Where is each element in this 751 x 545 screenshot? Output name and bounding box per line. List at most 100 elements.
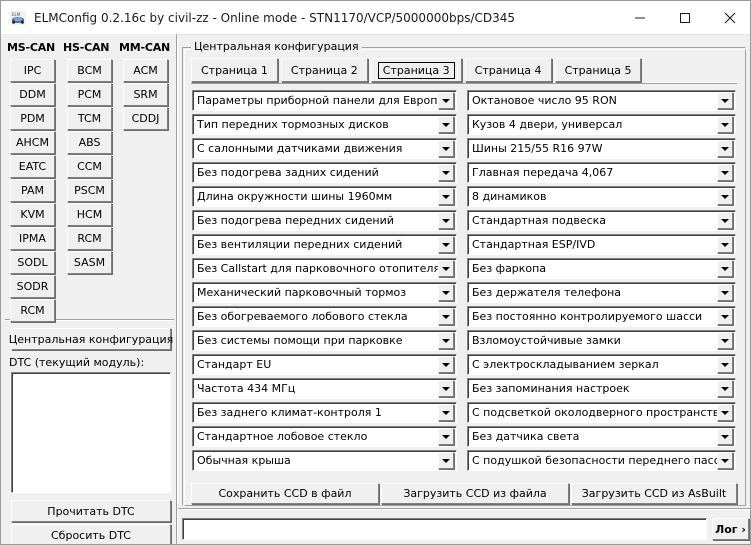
chevron-down-icon[interactable] (438, 92, 454, 109)
module-button-srm[interactable]: SRM (123, 83, 168, 106)
tab-page-2[interactable]: Страница 2 (280, 58, 368, 82)
load-ccd-from-file-button[interactable]: Загрузить CCD из файла (381, 483, 569, 504)
chevron-down-icon[interactable] (717, 428, 733, 445)
chevron-down-icon[interactable] (717, 308, 733, 325)
module-button-bcm[interactable]: BCM (67, 59, 112, 82)
combo-front-seat-heating[interactable]: Без подогрева передних сидений (192, 210, 457, 231)
combo-rf-frequency[interactable]: Частота 434 МГц (192, 378, 457, 399)
chevron-down-icon[interactable] (717, 356, 733, 373)
combo-body-style[interactable]: Кузов 4 двери, универсал (467, 114, 736, 135)
combo-speaker-count[interactable]: 8 динамиков (467, 186, 736, 207)
tab-page-1[interactable]: Страница 1 (191, 58, 278, 82)
load-ccd-from-asbuilt-button[interactable]: Загрузить CCD из AsBuilt (571, 483, 737, 504)
chevron-down-icon[interactable] (717, 452, 733, 469)
chevron-down-icon[interactable] (717, 140, 733, 157)
module-button-rcm-hs[interactable]: RCM (67, 227, 112, 250)
log-input[interactable] (182, 518, 707, 540)
module-button-tcm[interactable]: TCM (67, 107, 112, 130)
combo-instrument-cluster-params[interactable]: Параметры приборной панели для Европы (192, 90, 457, 111)
combo-tire-circumference[interactable]: Длина окружности шины 1960мм (192, 186, 457, 207)
combo-continuously-controlled-chassis[interactable]: Без постоянно контролируемого шасси (467, 306, 736, 327)
chevron-down-icon[interactable] (438, 116, 454, 133)
save-ccd-to-file-button[interactable]: Сохранить CCD в файл (191, 483, 379, 504)
module-button-ipc[interactable]: IPC (10, 59, 55, 82)
dtc-list[interactable] (11, 372, 171, 493)
module-button-rcm-ms[interactable]: RCM (10, 299, 55, 322)
chevron-down-icon[interactable] (438, 164, 454, 181)
module-button-eatc[interactable]: EATC (10, 155, 55, 178)
chevron-down-icon[interactable] (438, 140, 454, 157)
combo-suspension-type[interactable]: Стандартная подвеска (467, 210, 736, 231)
combo-anti-theft-locks[interactable]: Взломоустойчивые замки (467, 330, 736, 351)
module-button-ahcm[interactable]: AHCM (10, 131, 55, 154)
combo-tow-hitch[interactable]: Без фаркопа (467, 258, 736, 279)
chevron-down-icon[interactable] (717, 188, 733, 205)
module-button-sasm[interactable]: SASM (67, 251, 112, 274)
combo-callstart-parking-heater[interactable]: Без Callstart для парковочного отопителя (192, 258, 457, 279)
module-button-pdm[interactable]: PDM (10, 107, 55, 130)
combo-tire-size[interactable]: Шины 215/55 R16 97W (467, 138, 736, 159)
combo-phone-holder[interactable]: Без держателя телефона (467, 282, 736, 303)
chevron-down-icon[interactable] (717, 332, 733, 349)
combo-roof-type[interactable]: Обычная крыша (192, 450, 457, 471)
read-dtc-button[interactable]: Прочитать DTC (11, 500, 171, 522)
module-button-cddj[interactable]: CDDJ (123, 107, 168, 130)
tab-page-4[interactable]: Страница 4 (464, 58, 552, 82)
module-button-kvm[interactable]: KVM (10, 203, 55, 226)
chevron-down-icon[interactable] (438, 260, 454, 277)
module-button-ddm[interactable]: DDM (10, 83, 55, 106)
central-configuration-button[interactable]: Центральная конфигурация (9, 328, 173, 350)
combo-light-sensor[interactable]: Без датчика света (467, 426, 736, 447)
combo-front-brake-disc-type[interactable]: Тип передних тормозных дисков (192, 114, 457, 135)
chevron-down-icon[interactable] (438, 236, 454, 253)
chevron-down-icon[interactable] (438, 188, 454, 205)
chevron-down-icon[interactable] (717, 116, 733, 133)
module-button-pscm[interactable]: PSCM (67, 179, 112, 202)
chevron-down-icon[interactable] (717, 260, 733, 277)
chevron-down-icon[interactable] (717, 212, 733, 229)
chevron-down-icon[interactable] (717, 92, 733, 109)
log-toggle-button[interactable]: Лог › (712, 518, 749, 540)
tab-page-3[interactable]: Страница 3 (370, 58, 462, 82)
combo-puddle-lamps[interactable]: С подсветкой околодверного пространства (467, 402, 736, 423)
module-button-hcm[interactable]: HCM (67, 203, 112, 226)
chevron-down-icon[interactable] (717, 404, 733, 421)
chevron-down-icon[interactable] (438, 356, 454, 373)
reset-dtc-button[interactable]: Сбросить DTC (11, 524, 171, 544)
combo-interior-motion-sensors[interactable]: С салонными датчиками движения (192, 138, 457, 159)
chevron-down-icon[interactable] (438, 380, 454, 397)
combo-market-standard[interactable]: Стандарт EU (192, 354, 457, 375)
minimize-button[interactable] (617, 1, 662, 34)
combo-power-folding-mirrors[interactable]: С электроскладыванием зеркал (467, 354, 736, 375)
combo-esp-ivd[interactable]: Стандартная ESP/IVD (467, 234, 736, 255)
chevron-down-icon[interactable] (438, 452, 454, 469)
module-button-pcm[interactable]: PCM (67, 83, 112, 106)
chevron-down-icon[interactable] (438, 428, 454, 445)
chevron-down-icon[interactable] (438, 332, 454, 349)
module-button-sodr[interactable]: SODR (10, 275, 55, 298)
combo-rear-climate-control[interactable]: Без заднего климат-контроля 1 (192, 402, 457, 423)
combo-octane-rating[interactable]: Октановое число 95 RON (467, 90, 736, 111)
chevron-down-icon[interactable] (438, 404, 454, 421)
chevron-down-icon[interactable] (717, 236, 733, 253)
combo-parking-brake-type[interactable]: Механический парковочный тормоз (192, 282, 457, 303)
combo-final-drive-ratio[interactable]: Главная передача 4,067 (467, 162, 736, 183)
combo-windshield-type[interactable]: Стандартное лобовое стекло (192, 426, 457, 447)
module-button-ccm[interactable]: CCM (67, 155, 112, 178)
chevron-down-icon[interactable] (717, 284, 733, 301)
chevron-down-icon[interactable] (438, 212, 454, 229)
close-button[interactable] (707, 1, 750, 34)
tab-page-5[interactable]: Страница 5 (554, 58, 642, 82)
combo-parking-assist[interactable]: Без системы помощи при парковке (192, 330, 457, 351)
combo-passenger-airbag[interactable]: С подушкой безопасности переднего пассаж… (467, 450, 736, 471)
chevron-down-icon[interactable] (717, 164, 733, 181)
chevron-down-icon[interactable] (438, 284, 454, 301)
module-button-abs[interactable]: ABS (67, 131, 112, 154)
combo-heated-windshield[interactable]: Без обогреваемого лобового стекла (192, 306, 457, 327)
chevron-down-icon[interactable] (438, 308, 454, 325)
combo-memory-settings[interactable]: Без запоминания настроек (467, 378, 736, 399)
module-button-pam[interactable]: PAM (10, 179, 55, 202)
module-button-acm[interactable]: ACM (123, 59, 168, 82)
chevron-down-icon[interactable] (717, 380, 733, 397)
combo-rear-seat-heating[interactable]: Без подогрева задних сидений (192, 162, 457, 183)
